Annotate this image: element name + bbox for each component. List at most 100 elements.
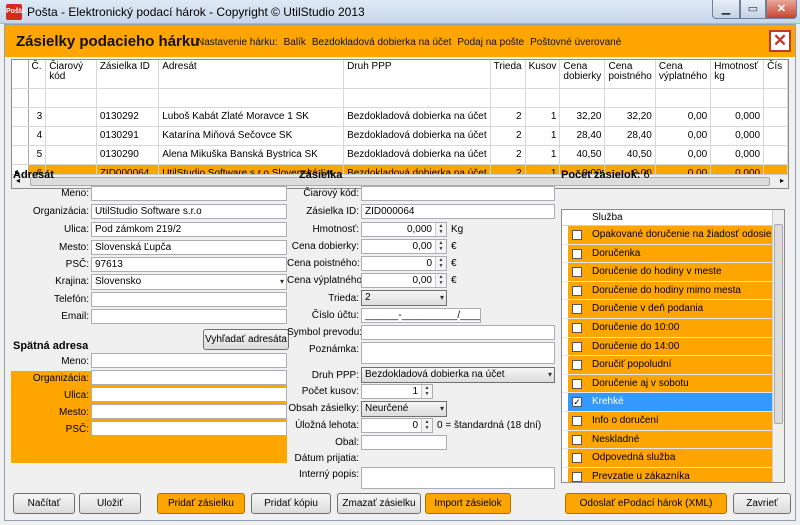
table-cell[interactable]: 0130291 (96, 126, 160, 146)
table-cell[interactable] (45, 107, 97, 127)
service-checkbox[interactable] (572, 360, 582, 371)
col-header-adresat[interactable]: Adresát (158, 60, 345, 89)
table-cell[interactable]: 40,50 (559, 145, 606, 165)
col-header-trieda[interactable]: Trieda (490, 60, 526, 89)
table-cell[interactable]: 40,50 (604, 145, 656, 165)
col-header-cena-poistneho[interactable]: Cena poistného (604, 60, 656, 89)
service-checkbox[interactable] (572, 248, 582, 259)
druh-ppp-select[interactable]: Bezdokladová dobierka na účet ▾ (361, 367, 555, 383)
table-cell[interactable] (604, 88, 656, 108)
service-checkbox[interactable] (572, 341, 582, 352)
service-checkbox[interactable] (572, 378, 582, 389)
row-header[interactable] (12, 88, 29, 108)
table-cell[interactable]: 32,20 (559, 107, 606, 127)
table-cell[interactable]: 2 (490, 126, 526, 146)
service-checkbox[interactable] (572, 415, 582, 426)
table-cell[interactable]: 3 (28, 107, 47, 127)
spatna-organizacia-input[interactable] (91, 370, 287, 385)
table-row[interactable] (12, 88, 788, 108)
spatna-psc-input[interactable] (91, 421, 287, 436)
service-item[interactable]: Neskladné (562, 430, 784, 450)
col-header-cena-vyplatneho[interactable]: Cena výplatného (655, 60, 712, 89)
cislo-uctu-input[interactable]: ______-__________/____ (361, 308, 481, 323)
service-checkbox[interactable] (572, 285, 582, 296)
spin-arrows-icon[interactable]: ▲ ▼ (421, 385, 432, 398)
table-cell[interactable] (343, 88, 491, 108)
table-cell[interactable]: 0,00 (655, 145, 712, 165)
table-cell[interactable]: 1 (525, 145, 561, 165)
row-header[interactable] (12, 145, 29, 165)
shipments-grid[interactable]: Č. Čiarový kód Zásielka ID Adresát Druh … (11, 59, 789, 189)
service-checkbox[interactable]: ✓ (572, 397, 582, 408)
zasielka-id-input[interactable]: ZID000064 (361, 204, 555, 219)
service-item[interactable]: Doručiť popoludní (562, 356, 784, 375)
table-cell[interactable]: Luboš Kabát Zlaté Moravce 1 SK (158, 107, 345, 127)
service-checkbox[interactable] (572, 471, 582, 482)
col-header-cis[interactable]: Čís (763, 60, 788, 89)
adresat-telefon-input[interactable] (91, 292, 287, 307)
col-header-druh-ppp[interactable]: Druh PPP (343, 60, 491, 89)
table-row[interactable]: 4 0130291 Katarína Miňová Sečovce SK Bezdok… (12, 126, 788, 146)
col-header-zasielka-id[interactable]: Zásielka ID (96, 60, 160, 89)
table-cell[interactable] (763, 88, 788, 108)
load-button[interactable]: Načítať (13, 493, 75, 514)
adresat-organizacia-input[interactable]: UtilStudio Software s.r.o (91, 204, 287, 219)
table-cell[interactable]: 32,20 (604, 107, 656, 127)
spin-arrows-icon[interactable]: ▲ ▼ (435, 223, 446, 236)
poistne-stepper[interactable]: 0 ▲ ▼ (361, 256, 447, 271)
pocet-kusov-stepper[interactable]: 1 ▲ ▼ (361, 384, 433, 399)
lehota-stepper[interactable]: 0 ▲ ▼ (361, 418, 433, 433)
service-item[interactable]: Opakované doručenie na žiadosť odosielat… (562, 226, 784, 245)
hmotnost-stepper[interactable]: 0,000 ▲ ▼ (361, 222, 447, 237)
table-cell[interactable] (763, 107, 788, 127)
table-cell[interactable]: Bezdokladová dobierka na účet (343, 145, 491, 165)
delete-shipment-button[interactable]: Zmazať zásielku (337, 493, 421, 514)
table-cell[interactable]: 0,00 (655, 107, 712, 127)
add-shipment-button[interactable]: Pridať zásielku (157, 493, 245, 514)
spatna-meno-input[interactable] (91, 353, 287, 368)
table-cell[interactable] (763, 126, 788, 146)
table-cell[interactable]: 0130290 (96, 145, 160, 165)
table-cell[interactable]: 0,00 (655, 126, 712, 146)
table-cell[interactable]: 0130292 (96, 107, 160, 127)
adresat-ulica-input[interactable]: Pod zámkom 219/2 (91, 222, 287, 237)
service-item[interactable]: Doručenie do 10:00 (562, 318, 784, 338)
table-cell[interactable]: 0,000 (710, 126, 765, 146)
table-row[interactable]: 5 0130290 Alena Mikuška Banská Bystrica SK… (12, 145, 788, 165)
spin-arrows-icon[interactable]: ▲ ▼ (421, 419, 432, 432)
send-epodaci-button[interactable]: Odoslať ePodací hárok (XML) (565, 493, 727, 514)
vyplatne-stepper[interactable]: 0,00 ▲ ▼ (361, 273, 447, 288)
table-cell[interactable] (490, 88, 526, 108)
table-cell[interactable] (525, 88, 561, 108)
table-cell[interactable] (710, 88, 765, 108)
col-header-ciarovy-kod[interactable]: Čiarový kód (45, 60, 97, 89)
service-item[interactable]: Doručenie do hodiny mimo mesta (562, 281, 784, 301)
table-cell[interactable] (45, 88, 97, 108)
spatna-mesto-input[interactable] (91, 404, 287, 419)
settings-link-podaj[interactable]: Podaj na pošte (457, 37, 524, 48)
settings-link-balik[interactable]: Balík (284, 37, 306, 48)
table-cell[interactable]: Bezdokladová dobierka na účet (343, 107, 491, 127)
scroll-right-icon[interactable]: ▸ (780, 176, 784, 185)
ciarovy-kod-input[interactable] (361, 186, 555, 201)
service-checkbox[interactable] (572, 434, 582, 445)
table-row[interactable]: 3 0130292 Luboš Kabát Zlaté Moravce 1 SK Be… (12, 107, 788, 127)
table-cell[interactable]: Katarína Miňová Sečovce SK (158, 126, 345, 146)
service-item[interactable]: Doručenie aj v sobotu (562, 374, 784, 394)
table-cell[interactable]: 2 (490, 145, 526, 165)
spin-arrows-icon[interactable]: ▲ ▼ (435, 240, 446, 253)
table-cell[interactable]: 1 (525, 107, 561, 127)
table-cell[interactable]: 5 (28, 145, 47, 165)
table-cell[interactable] (96, 88, 160, 108)
table-cell[interactable] (655, 88, 712, 108)
service-item[interactable]: ✓ Krehké (562, 393, 784, 412)
service-item[interactable]: Doručenka (562, 244, 784, 264)
trieda-select[interactable]: 2 ▾ (361, 290, 447, 306)
table-cell[interactable] (45, 126, 97, 146)
service-checkbox[interactable] (572, 322, 582, 333)
service-item[interactable]: Doručenie do hodiny v meste (562, 263, 784, 282)
table-cell[interactable] (763, 145, 788, 165)
table-cell[interactable]: 28,40 (559, 126, 606, 146)
table-cell[interactable] (45, 145, 97, 165)
spatna-ulica-input[interactable] (91, 387, 287, 402)
